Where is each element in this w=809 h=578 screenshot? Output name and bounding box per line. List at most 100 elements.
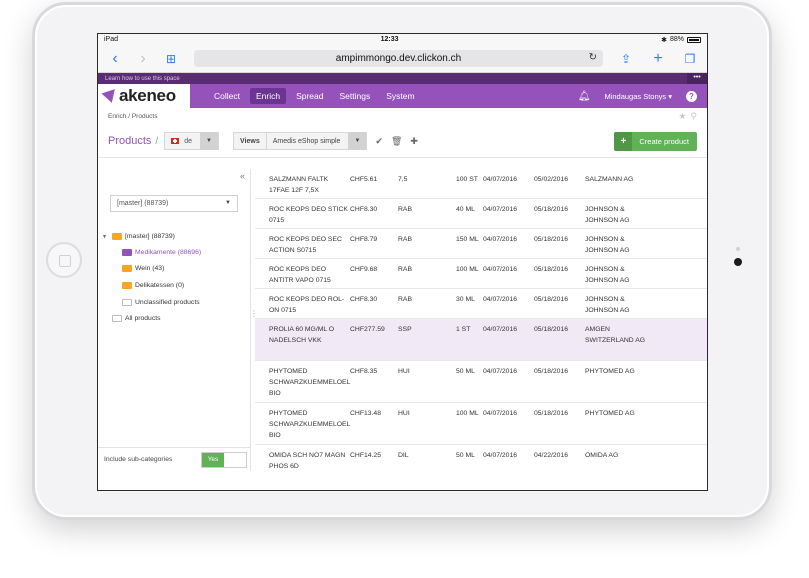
learn-link[interactable]: Learn how to use this space: [105, 76, 180, 82]
help-icon[interactable]: ?: [686, 90, 697, 102]
table-row[interactable]: OMIDA SCH NO7 MAGN PHOS 6D CHF14.25 DIL 50 …: [255, 445, 707, 471]
check-icon[interactable]: ✔: [375, 136, 383, 147]
supplier-cell: JOHNSON & JOHNSON AG: [585, 236, 630, 254]
chevron-down-icon[interactable]: ▼: [200, 132, 218, 150]
app-header: akeneo Collect Enrich Spread Settings Sy…: [98, 84, 707, 108]
updated-cell: 04/22/2016: [534, 452, 569, 459]
tree-node-label: All products: [125, 315, 161, 322]
address-bar[interactable]: ampimmongo.dev.clickon.ch ↻: [194, 50, 603, 67]
table-row[interactable]: PHYTOMED SCHWARZKUEMMELOEL BIO CHF8.35 HUI…: [255, 361, 707, 403]
tree-node-delikatessen[interactable]: Delikatessen (0): [122, 282, 184, 289]
share-icon[interactable]: ⇪: [617, 53, 635, 65]
folder-icon: [122, 249, 132, 256]
toggle-no[interactable]: [224, 452, 246, 467]
star-icon[interactable]: ★: [678, 111, 686, 122]
size-cell: 40 ML: [456, 206, 475, 213]
tree-node-medikamente[interactable]: Medikamente (88696): [122, 249, 201, 256]
table-row[interactable]: ROC KEOPS DEO ROL-ON 0715 CHF8.30 RAB 30 ML…: [255, 289, 707, 319]
unit-cell: RAB: [398, 296, 412, 303]
table-row[interactable]: PHYTOMED SCHWARZKUEMMELOEL BIO CHF13.48 HU…: [255, 403, 707, 445]
tree-node-label: Medikamente (88696): [135, 249, 202, 256]
views-selector[interactable]: Views Amedis eShop simple ▼: [233, 132, 368, 150]
table-row[interactable]: SALZMANN FALTK 17FAE 12F 7,5X CHF5.61 7,5 1…: [255, 169, 707, 199]
tree-node-label: Unclassified products: [135, 299, 200, 306]
price-cell: CHF8.35: [350, 368, 378, 375]
new-tab-icon[interactable]: +: [649, 50, 667, 67]
menu-collect[interactable]: Collect: [208, 88, 246, 104]
tree-node-unclassified[interactable]: Unclassified products: [122, 299, 200, 306]
tree-node-master[interactable]: ▼ [master] (88739): [102, 233, 175, 240]
create-product-button[interactable]: + Create product: [614, 131, 697, 151]
folder-icon: [122, 282, 132, 289]
tabs-icon[interactable]: ❐: [681, 53, 699, 65]
reload-icon[interactable]: ↻: [589, 52, 597, 63]
menu-spread[interactable]: Spread: [290, 88, 329, 104]
updated-cell: 05/18/2016: [534, 206, 569, 213]
table-row[interactable]: ROC KEOPS DEO STICK 0715 CHF8.30 RAB 40 ML 0…: [255, 199, 707, 229]
expand-icon[interactable]: ▼: [102, 234, 109, 240]
supplier-cell: JOHNSON & JOHNSON AG: [585, 266, 630, 284]
user-menu[interactable]: Mindaugas Stonys ▾: [604, 92, 672, 101]
safari-toolbar: ‹ › ⊞ ampimmongo.dev.clickon.ch ↻ ⇪ + ❐: [98, 45, 707, 73]
supplier-cell: JOHNSON & JOHNSON AG: [585, 206, 630, 224]
subcat-toggle[interactable]: Yes: [201, 451, 247, 468]
created-cell: 04/07/2016: [483, 296, 518, 303]
created-cell: 04/07/2016: [483, 266, 518, 273]
table-row[interactable]: PROLIA 60 MG/ML O NADELSCH VKK CHF277.59 S…: [255, 319, 707, 361]
created-cell: 04/07/2016: [483, 452, 518, 459]
folder-icon: [122, 299, 132, 306]
created-cell: 04/07/2016: [483, 176, 518, 183]
size-cell: 100 ML: [456, 266, 479, 273]
status-right: ✱ 88%: [661, 36, 701, 44]
tree-node-all-products[interactable]: All products: [112, 315, 161, 322]
locale-switcher[interactable]: de ▼: [164, 132, 219, 150]
unit-cell: HUI: [398, 410, 410, 417]
supplier-cell: AMGEN SWITZERLAND AG: [585, 326, 646, 344]
camera: [734, 258, 742, 266]
tree-node-wein[interactable]: Wein (43): [122, 265, 164, 272]
size-cell: 1 ST: [456, 326, 471, 333]
carrier-label: iPad: [104, 36, 119, 43]
learn-bar: Learn how to use this space •••: [98, 73, 707, 84]
akeneo-logo[interactable]: akeneo: [98, 84, 190, 108]
size-cell: 100 ST: [456, 176, 478, 183]
updated-cell: 05/18/2016: [534, 410, 569, 417]
more-icon[interactable]: •••: [687, 73, 707, 84]
table-row[interactable]: ROC KEOPS DEO ANTITR VAPO 0715 CHF9.68 RAB…: [255, 259, 707, 289]
updated-cell: 05/18/2016: [534, 326, 569, 333]
updated-cell: 05/18/2016: [534, 236, 569, 243]
subcat-label: Include sub-categories: [104, 456, 173, 463]
menu-enrich[interactable]: Enrich: [249, 88, 287, 104]
views-chevron-icon[interactable]: ▼: [348, 132, 367, 150]
menu-system[interactable]: System: [380, 88, 420, 104]
folder-icon: [122, 265, 132, 272]
trash-icon[interactable]: 🗑︎: [391, 136, 402, 147]
created-cell: 04/07/2016: [483, 236, 518, 243]
forward-icon[interactable]: ›: [134, 50, 152, 67]
pin-icon[interactable]: ⚲: [690, 111, 697, 122]
menu-settings[interactable]: Settings: [334, 88, 377, 104]
bluetooth-icon: ✱: [661, 36, 667, 44]
collapse-icon[interactable]: «: [240, 171, 245, 181]
price-cell: CHF5.61: [350, 176, 378, 183]
unit-cell: DIL: [398, 452, 409, 459]
price-cell: CHF8.30: [350, 206, 378, 213]
price-cell: CHF8.30: [350, 296, 378, 303]
locale-code: de: [184, 137, 192, 145]
bookmarks-icon[interactable]: ⊞: [162, 53, 180, 65]
product-grid: SALZMANN FALTK 17FAE 12F 7,5X CHF5.61 7,5 1…: [251, 169, 707, 471]
create-product-label: Create product: [639, 136, 689, 146]
back-icon[interactable]: ‹: [106, 50, 124, 67]
tree-select[interactable]: [master] (88739) ▼: [110, 195, 238, 212]
home-button[interactable]: [46, 242, 82, 278]
unit-cell: RAB: [398, 206, 412, 213]
bell-icon[interactable]: 🔔︎: [578, 91, 591, 102]
toggle-yes[interactable]: Yes: [202, 452, 224, 467]
unit-cell: HUI: [398, 368, 410, 375]
table-row[interactable]: ROC KEOPS DEO SEC ACTION S0715 CHF8.79 RAB…: [255, 229, 707, 259]
breadcrumb[interactable]: Enrich / Products: [108, 113, 158, 120]
tree-node-label: Wein (43): [135, 265, 165, 272]
size-cell: 100 ML: [456, 410, 479, 417]
supplier-cell: PHYTOMED AG: [585, 410, 635, 417]
plus-icon[interactable]: ✚: [410, 136, 418, 147]
